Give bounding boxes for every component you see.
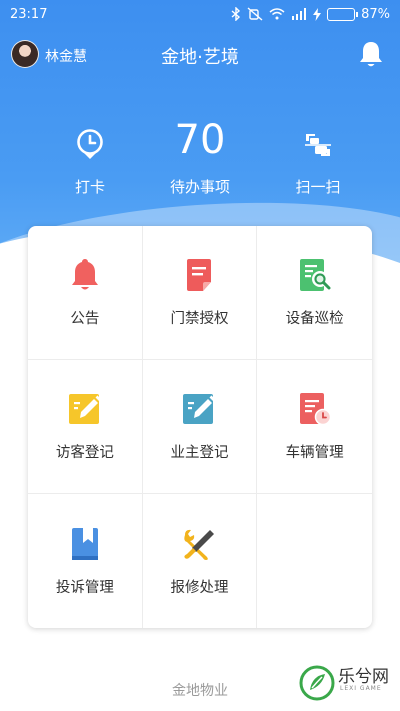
signal-icon [291, 8, 307, 20]
wifi-icon [269, 8, 285, 20]
scan-button[interactable]: 扫一扫 [258, 120, 378, 197]
grid-item-label: 车辆管理 [285, 445, 344, 461]
bell-icon[interactable] [358, 40, 384, 68]
inspection-icon [297, 257, 333, 293]
grid-item-access-control[interactable]: 门禁授权 [142, 226, 258, 360]
status-bar: 23:17 87% [0, 0, 400, 28]
pending-count: 70 [174, 117, 226, 163]
battery-indicator [327, 7, 359, 21]
watermark-brand: 乐兮网 [338, 667, 389, 687]
grid-item-label: 设备巡检 [285, 311, 344, 327]
grid-item-complaint-management[interactable]: 投诉管理 [28, 494, 143, 628]
grid-empty-cell [257, 494, 372, 628]
battery-percent: 87% [361, 6, 390, 22]
grid-item-owner-registration[interactable]: 业主登记 [142, 360, 258, 494]
grid-item-equipment-inspection[interactable]: 设备巡检 [257, 226, 372, 360]
document-icon [181, 257, 217, 293]
app-header: 林金慧 金地·艺境 [0, 36, 400, 74]
mute-icon [247, 7, 263, 21]
grid-item-repair-handling[interactable]: 报修处理 [143, 494, 258, 628]
status-time: 23:17 [10, 6, 48, 22]
watermark-sub: LEXI GAME [340, 685, 382, 692]
scan-icon [303, 130, 333, 164]
clock-in-label: 打卡 [74, 178, 105, 196]
bluetooth-icon [231, 7, 241, 21]
charging-icon [313, 7, 322, 21]
grid-item-visitor-registration[interactable]: 访客登记 [28, 360, 143, 494]
page-title: 金地·艺境 [161, 47, 239, 68]
grid-item-label: 报修处理 [170, 579, 229, 596]
grid-item-announcement[interactable]: 公告 [28, 226, 143, 360]
bell-icon [67, 257, 103, 293]
document-clock-icon [297, 391, 333, 427]
pending-label: 待办事项 [169, 178, 230, 196]
grid-item-label: 投诉管理 [55, 579, 114, 596]
grid-item-label: 访客登记 [55, 445, 114, 461]
grid-item-label: 门禁授权 [170, 311, 229, 327]
clock-in-button[interactable]: 打卡 [30, 120, 150, 197]
grid-item-label: 公告 [70, 311, 100, 327]
clock-icon [75, 128, 105, 164]
tools-icon [181, 526, 217, 562]
grid-item-label: 业主登记 [170, 445, 229, 461]
edit-icon [181, 391, 217, 427]
grid-item-vehicle-management[interactable]: 车辆管理 [257, 360, 372, 494]
function-grid: 公告 门禁授权 设备巡检 访客登记 业主登记 车辆管理 投诉管理 报修处理 [28, 226, 372, 628]
pending-tasks-button[interactable]: 70 待办事项 [140, 117, 260, 197]
watermark-logo: 乐兮网 LEXI GAME [298, 660, 394, 706]
edit-icon [67, 391, 103, 427]
quick-actions: 打卡 70 待办事项 扫一扫 [0, 117, 400, 210]
bookmark-icon [67, 526, 103, 562]
scan-label: 扫一扫 [295, 178, 341, 196]
